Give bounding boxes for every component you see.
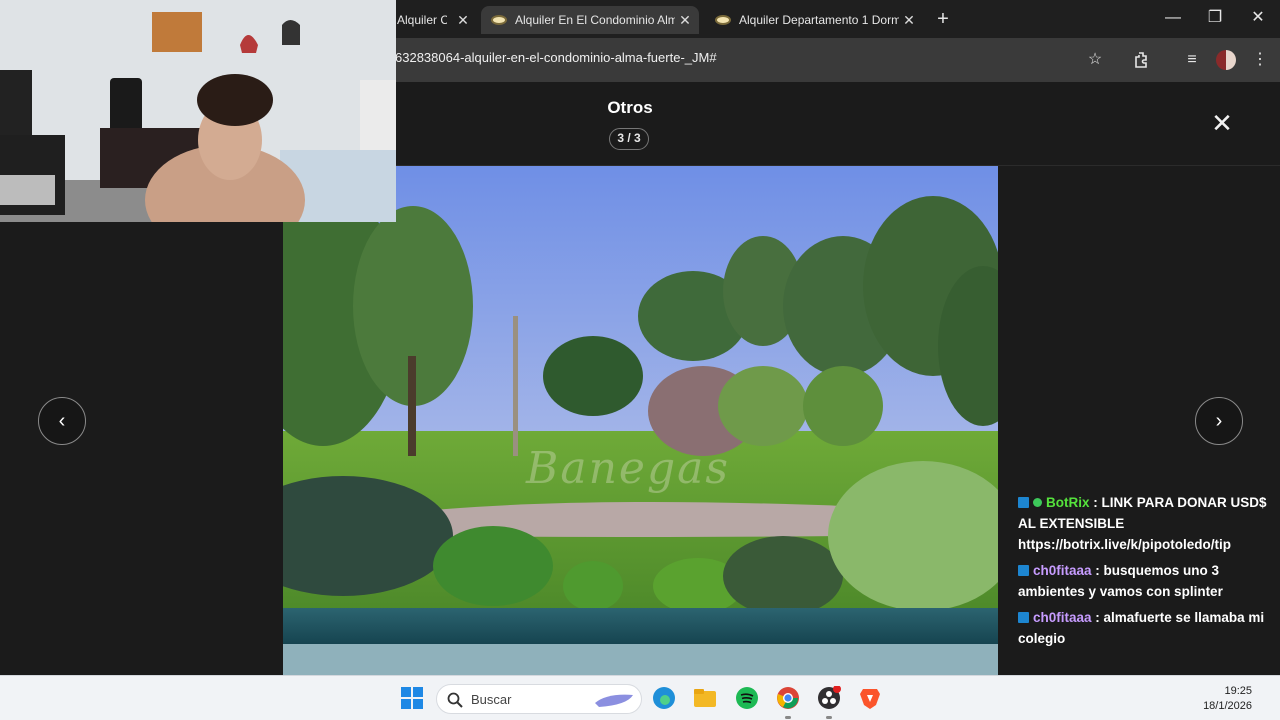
webcam-overlay — [0, 0, 396, 222]
active-app-indicator — [785, 716, 791, 719]
garden-photo-image — [283, 166, 998, 675]
url-text[interactable]: 632838064-alquiler-en-el-condominio-alma… — [395, 50, 717, 65]
windows-start-icon[interactable] — [400, 686, 424, 710]
close-icon[interactable]: ✕ — [1210, 110, 1234, 136]
obs-icon[interactable] — [817, 685, 841, 710]
tab-title: Alquiler C — [397, 13, 447, 27]
stream-chat: BotRix : LINK PARA DONAR USD$ AL EXTENSI… — [1018, 492, 1276, 654]
brave-browser-icon[interactable] — [858, 686, 882, 710]
image-counter: 3 / 3 — [609, 128, 649, 150]
screen: Alquiler C ✕ Alquiler En El Condominio A… — [0, 0, 1280, 720]
tab-alquiler-1[interactable]: Alquiler C ✕ — [397, 6, 477, 34]
tab-favicon-icon — [715, 15, 731, 25]
gallery-title: Otros — [607, 98, 653, 117]
chat-username: ch0fitaaa — [1033, 563, 1092, 578]
chat-message: BotRix : LINK PARA DONAR USD$ AL EXTENSI… — [1018, 492, 1276, 555]
chat-message: ch0fitaaa : almafuerte se llamaba mi col… — [1018, 607, 1276, 649]
chat-message: ch0fitaaa : busquemos uno 3 ambientes y … — [1018, 560, 1276, 602]
chevron-right-icon[interactable]: › — [1195, 397, 1243, 445]
kick-badge-icon — [1018, 612, 1029, 623]
system-clock[interactable]: 19:25 18/1/2026 — [1203, 684, 1252, 714]
clock-time: 19:25 — [1224, 685, 1252, 697]
chat-username: ch0fitaaa — [1033, 610, 1092, 625]
watermark-text: Banegas — [526, 443, 730, 494]
file-explorer-icon[interactable] — [693, 686, 717, 710]
spotify-icon[interactable] — [735, 686, 759, 710]
tab-alquiler-condominio[interactable]: Alquiler En El Condominio Alma ✕ — [481, 6, 699, 34]
restore-icon[interactable]: ❐ — [1205, 8, 1225, 28]
new-tab-button[interactable]: + — [932, 8, 954, 30]
extensions-icon[interactable] — [1130, 48, 1154, 72]
tab-close-icon[interactable]: ✕ — [901, 12, 917, 28]
edge-browser-icon[interactable] — [652, 686, 676, 710]
search-icon — [447, 692, 463, 708]
search-highlight-icon — [595, 694, 633, 707]
taskbar: Buscar 19:25 18/1/2026 — [0, 675, 1280, 720]
kick-badge-icon — [1018, 497, 1029, 508]
tab-favicon-icon — [491, 15, 507, 25]
search-placeholder: Buscar — [471, 692, 512, 707]
clock-date: 18/1/2026 — [1203, 700, 1252, 712]
chat-username: BotRix — [1046, 495, 1090, 510]
tab-close-icon[interactable]: ✕ — [455, 12, 471, 28]
taskbar-search[interactable]: Buscar — [436, 684, 642, 714]
window-close-icon[interactable]: ✕ — [1248, 8, 1268, 28]
kick-badge-icon — [1018, 565, 1029, 576]
chevron-left-icon[interactable]: ‹ — [38, 397, 86, 445]
menu-kebab-icon[interactable]: ⋮ — [1248, 48, 1272, 72]
gallery-header — [395, 82, 1280, 166]
chrome-icon[interactable] — [776, 686, 800, 710]
tab-strip: Alquiler C ✕ Alquiler En El Condominio A… — [395, 0, 1280, 38]
bookmark-star-icon[interactable]: ☆ — [1083, 48, 1107, 72]
tab-close-icon[interactable]: ✕ — [677, 12, 693, 28]
address-bar: 632838064-alquiler-en-el-condominio-alma… — [395, 38, 1280, 82]
tab-title: Alquiler Departamento 1 Dorm — [739, 13, 899, 27]
gallery-photo: Banegas — [283, 166, 998, 675]
profile-avatar[interactable] — [1216, 50, 1236, 70]
media-control-icon[interactable]: ≡ — [1180, 48, 1204, 72]
active-app-indicator — [826, 716, 832, 719]
webcam-image — [0, 0, 396, 222]
tab-title: Alquiler En El Condominio Alma — [515, 13, 675, 27]
tab-alquiler-departamento[interactable]: Alquiler Departamento 1 Dorm ✕ — [705, 6, 923, 34]
verified-check-icon — [1033, 498, 1042, 507]
minimize-icon[interactable]: — — [1163, 8, 1183, 28]
